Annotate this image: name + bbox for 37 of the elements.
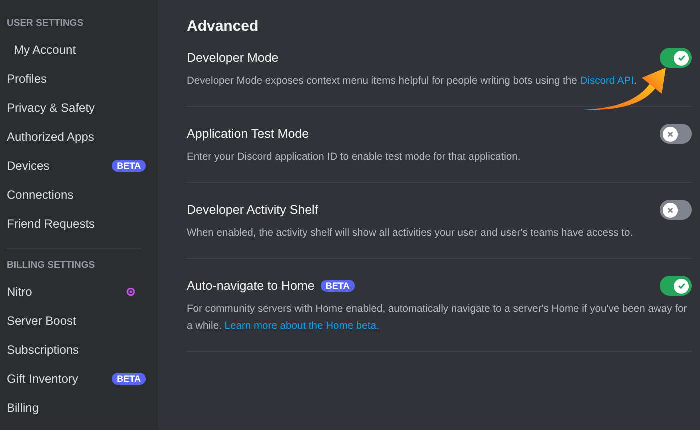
setting-description: Developer Mode exposes context menu items helpful for people writing bots using the Discord API.: [187, 75, 638, 89]
toggle-switch[interactable]: [660, 276, 692, 296]
toggle-switch[interactable]: [660, 48, 692, 68]
setting-description: When enabled, the activity shelf will show all activities your user and user's teams have access to.: [187, 227, 634, 241]
setting-description: For community servers with Home enabled, automatically navigate to a server's Home if you've been away for a while. Learn more about the Home beta.: [187, 303, 688, 334]
sidebar-item[interactable]: Connections: [7, 180, 146, 209]
sidebar-item[interactable]: Gift Inventory BETA: [7, 364, 146, 393]
toggle-switch[interactable]: [660, 124, 692, 144]
close-icon: [666, 130, 675, 138]
sidebar-item[interactable]: Billing: [7, 393, 146, 422]
sidebar-item[interactable]: Server Boost: [7, 306, 146, 335]
setting-description: Enter your Discord application ID to enable test mode for that application.: [187, 151, 522, 165]
setting-title: Developer Mode: [187, 51, 279, 65]
section-heading: BILLING SETTINGS: [7, 260, 96, 273]
check-icon: [676, 281, 686, 291]
check-icon: [676, 53, 686, 63]
section-title: Advanced: [187, 18, 260, 35]
beta-badge: BETA: [112, 160, 146, 172]
setting-title: Auto-navigate to Home: [187, 279, 315, 293]
nitro-icon: [126, 286, 136, 296]
beta-badge: BETA: [112, 372, 146, 384]
setting-title: Developer Activity Shelf: [187, 203, 318, 217]
sidebar-item[interactable]: Profiles: [7, 64, 146, 93]
toggle-switch[interactable]: [660, 200, 692, 220]
sidebar-item[interactable]: Nitro: [7, 277, 146, 306]
close-icon: [666, 206, 675, 214]
sidebar-item[interactable]: Friend Requests: [7, 209, 146, 238]
sidebar-item[interactable]: Authorized Apps: [7, 122, 146, 151]
setting-title: Application Test Mode: [187, 127, 310, 141]
beta-badge: BETA: [320, 280, 355, 292]
sidebar-item[interactable]: Devices BETA: [7, 151, 146, 180]
link[interactable]: Learn more about the Home beta.: [224, 321, 380, 332]
link[interactable]: Discord API: [580, 76, 634, 87]
section-heading: USER SETTINGS: [7, 18, 85, 31]
sidebar-item[interactable]: Subscriptions: [7, 335, 146, 364]
sidebar-item[interactable]: My Account: [7, 35, 146, 64]
sidebar-item[interactable]: Privacy & Safety: [7, 93, 146, 122]
